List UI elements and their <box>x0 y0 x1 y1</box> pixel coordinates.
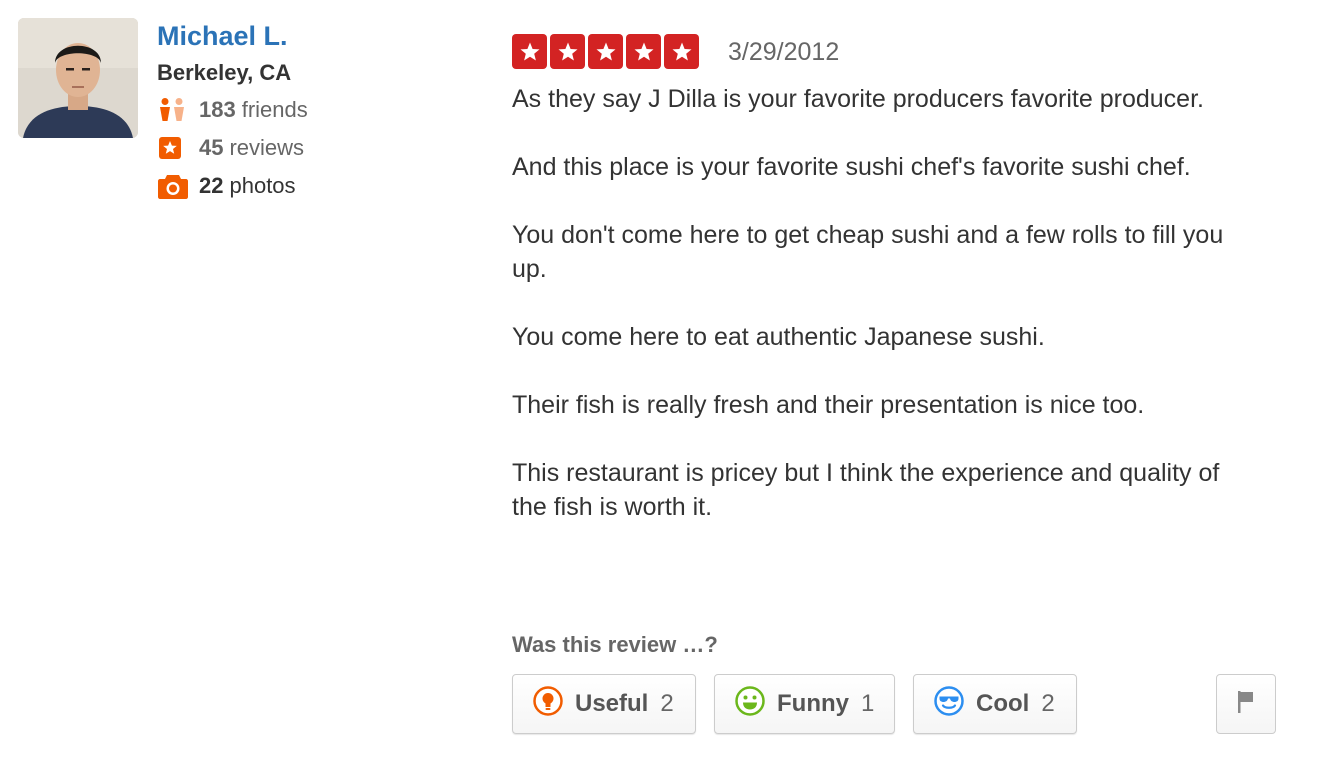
review-paragraph: You come here to eat authentic Japanese … <box>512 323 1045 351</box>
star-rating <box>512 34 699 69</box>
flag-icon <box>1235 689 1257 720</box>
friends-icon <box>157 94 190 126</box>
star-icon <box>512 34 547 69</box>
review-count-number: 45 <box>199 135 224 160</box>
funny-count: 1 <box>861 690 875 717</box>
funny-button[interactable]: Funny 1 <box>714 674 895 734</box>
review-count-label: reviews <box>229 135 305 160</box>
review-paragraph: As they say J Dilla is your favorite pro… <box>512 85 1204 113</box>
user-location: Berkeley, CA <box>157 60 292 85</box>
star-icon <box>626 34 661 69</box>
sunglasses-icon <box>934 685 964 723</box>
review-count: 45 reviews <box>157 132 304 164</box>
star-icon <box>664 34 699 69</box>
friend-count-label: friends <box>241 97 308 122</box>
review-paragraph: And this place is your favorite sushi ch… <box>512 153 1191 181</box>
star-badge-icon <box>157 132 190 164</box>
vote-prompt: Was this review …? <box>512 632 718 657</box>
useful-button[interactable]: Useful 2 <box>512 674 696 734</box>
friend-count-number: 183 <box>199 97 236 122</box>
review-text: As they say J Dilla is your favorite pro… <box>512 82 1252 558</box>
photo-count: 22 photos <box>157 170 296 202</box>
funny-label: Funny <box>777 690 849 717</box>
flag-review-button[interactable] <box>1216 674 1276 734</box>
smiley-icon <box>735 685 765 723</box>
review-item: Michael L. Berkeley, CA 183 friends 45 r… <box>0 0 1330 760</box>
useful-label: Useful <box>575 690 649 717</box>
useful-count: 2 <box>660 690 674 717</box>
photo-count-label: photos <box>229 173 296 198</box>
review-date: 3/29/2012 <box>728 38 840 66</box>
review-paragraph: You don't come here to get cheap sushi a… <box>512 221 1224 283</box>
user-avatar[interactable] <box>18 18 138 138</box>
friend-count: 183 friends <box>157 94 308 126</box>
cool-count: 2 <box>1041 690 1055 717</box>
star-icon <box>550 34 585 69</box>
star-icon <box>588 34 623 69</box>
photo-count-number: 22 <box>199 173 224 198</box>
review-paragraph: This restaurant is pricey but I think th… <box>512 459 1220 521</box>
cool-label: Cool <box>976 690 1030 717</box>
user-name-link[interactable]: Michael L. <box>157 18 288 54</box>
review-paragraph: Their fish is really fresh and their pre… <box>512 391 1145 419</box>
lightbulb-icon <box>533 685 563 723</box>
camera-icon <box>157 170 190 202</box>
cool-button[interactable]: Cool 2 <box>913 674 1077 734</box>
